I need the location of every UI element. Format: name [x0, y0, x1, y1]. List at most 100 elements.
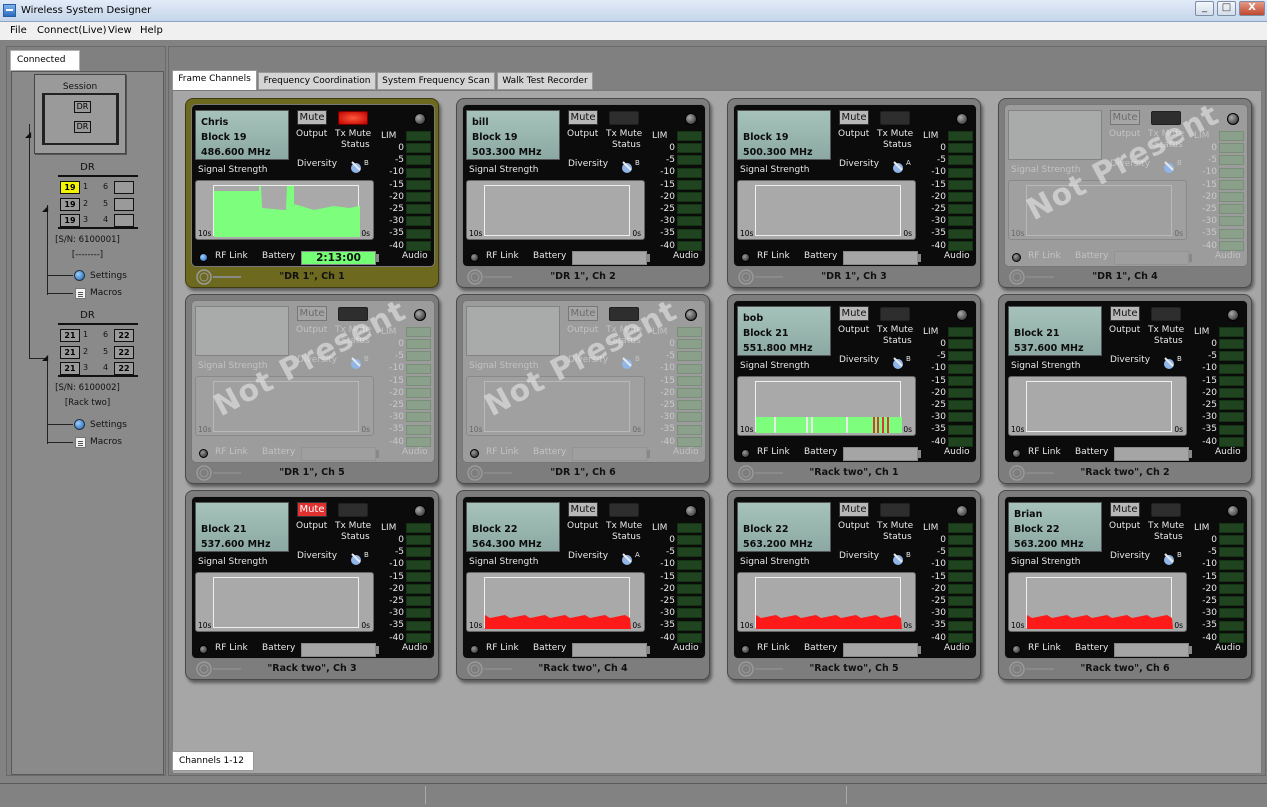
channel-lcd[interactable]: Block 22 564.300 MHz [466, 502, 560, 552]
slot-cell[interactable]: 21 [60, 346, 80, 359]
audio-scale-label: -30 [931, 216, 946, 227]
channel-lcd[interactable]: Brian Block 22 563.200 MHz [1008, 502, 1102, 552]
mute-button[interactable]: Mute [568, 306, 598, 321]
device-2-settings[interactable]: Settings [90, 420, 127, 430]
slot-cell[interactable] [114, 181, 134, 194]
mute-button[interactable]: Mute [297, 110, 327, 125]
expander-icon[interactable]: ◢ [42, 204, 48, 213]
menu-connect[interactable]: Connect(Live) [37, 25, 107, 36]
channel-lcd[interactable] [466, 306, 560, 356]
slot-cell[interactable]: 21 [60, 362, 80, 375]
expander-icon[interactable]: ◢ [25, 130, 31, 139]
slot-cell[interactable]: 22 [114, 346, 134, 359]
channel-lcd[interactable]: Block 21 537.600 MHz [195, 502, 289, 552]
mute-button[interactable]: Mute [1110, 306, 1140, 321]
mute-button[interactable]: Mute [297, 306, 327, 321]
channel-card[interactable]: Block 21 537.600 MHz Mute Output Tx Mute Stat… [998, 294, 1252, 484]
channel-lcd[interactable] [195, 306, 289, 356]
tab-frame-channels[interactable]: Frame Channels [172, 70, 257, 90]
audio-scale-label: -30 [1202, 216, 1217, 227]
device-2-rack[interactable]: 21 21 21 1 2 3 6 5 4 22 22 22 [58, 323, 138, 377]
channel-card[interactable]: bob Block 21 551.800 MHz Mute Output Tx Mute S… [727, 294, 981, 484]
tx-mute-label: Tx Mute [1148, 325, 1185, 335]
slot-cell[interactable]: 19 [60, 214, 80, 227]
tab-channels-1-12[interactable]: Channels 1-12 [172, 751, 254, 771]
channel-lcd[interactable]: Block 22 563.200 MHz [737, 502, 831, 552]
mute-button[interactable]: Mute [297, 502, 327, 517]
diversity-value: B [906, 551, 911, 559]
session-node[interactable]: Session DR DR [34, 74, 126, 154]
channel-card[interactable]: Mute Output Tx Mute Status LIM Diversity B Sign… [998, 97, 1252, 288]
channel-panel: Mute Output Tx Mute Status LIM Diversity B Sign… [191, 300, 435, 463]
channel-lcd[interactable]: Block 21 537.600 MHz [1008, 306, 1102, 356]
channel-card[interactable]: Block 19 500.300 MHz Mute Output Tx Mute Stat… [727, 98, 981, 288]
menu-help[interactable]: Help [140, 25, 163, 36]
tab-frequency-coordination[interactable]: Frequency Coordination [258, 72, 376, 90]
audio-scale-label: -25 [1202, 400, 1217, 410]
slot-cell[interactable] [114, 198, 134, 211]
signal-strength-label: Signal Strength [469, 165, 539, 175]
time-label-end: 0s [903, 621, 912, 630]
channel-lcd[interactable]: bill Block 19 503.300 MHz [466, 110, 560, 160]
channel-card[interactable]: bill Block 19 503.300 MHz Mute Output Tx Mute… [456, 98, 710, 288]
menu-file[interactable]: File [10, 25, 27, 36]
device-1-rack[interactable]: 19 19 19 1 2 3 6 5 4 [58, 175, 138, 229]
signal-trace-path [756, 417, 902, 433]
session-slot-1[interactable]: DR [74, 101, 91, 113]
channel-lcd[interactable] [1008, 110, 1102, 160]
battery-label: Battery [1075, 251, 1109, 261]
session-slot-2[interactable]: DR [74, 121, 91, 133]
channel-lcd[interactable]: Chris Block 19 486.600 MHz [195, 110, 289, 160]
audio-scale-label: -5 [1208, 547, 1217, 558]
mute-button[interactable]: Mute [839, 110, 869, 125]
slot-cell[interactable] [114, 214, 134, 227]
lcd-line [201, 341, 288, 356]
channel-card[interactable]: Block 22 563.200 MHz Mute Output Tx Mute Stat… [727, 490, 981, 680]
audio-meter-segment [948, 155, 973, 166]
audio-scale-label: -15 [931, 571, 946, 582]
maximize-button[interactable]: □ [1217, 1, 1236, 16]
signal-dropout-mark [882, 417, 884, 433]
channel-lcd[interactable]: Block 19 500.300 MHz [737, 110, 831, 160]
mute-button[interactable]: Mute [568, 110, 598, 125]
slot-cell[interactable]: 21 [60, 329, 80, 342]
tab-system-frequency-scan[interactable]: System Frequency Scan [377, 72, 495, 90]
tab-walk-test-recorder[interactable]: Walk Test Recorder [497, 72, 593, 90]
channel-card[interactable]: Mute Output Tx Mute Status LIM Diversity B Sign… [185, 293, 439, 484]
slot-cell[interactable]: 22 [114, 362, 134, 375]
session-label: Session [62, 82, 98, 92]
channel-card[interactable]: Chris Block 19 486.600 MHz Mute Output Tx Mut… [185, 98, 439, 288]
channel-panel: Chris Block 19 486.600 MHz Mute Output Tx Mut… [191, 104, 435, 267]
mute-button[interactable]: Mute [568, 502, 598, 517]
mute-button[interactable]: Mute [839, 502, 869, 517]
channel-card[interactable]: Brian Block 22 563.200 MHz Mute Output Tx Mut… [998, 490, 1252, 680]
audio-scale-label: -5 [666, 155, 675, 166]
settings-globe-icon [74, 270, 85, 281]
slot-cell[interactable]: 22 [114, 329, 134, 342]
lcd-line [1014, 145, 1101, 160]
channel-card[interactable]: Block 21 537.600 MHz Mute Output Tx Mute Stat… [185, 490, 439, 680]
channel-panel: Block 21 537.600 MHz Mute Output Tx Mute Stat… [1004, 300, 1248, 463]
tab-connected[interactable]: Connected [10, 50, 80, 71]
diversity-value: B [1177, 159, 1182, 167]
slot-cell[interactable]: 19 [60, 181, 80, 194]
expander-icon[interactable]: ◢ [42, 353, 48, 362]
output-label: Output [838, 325, 870, 335]
mute-button[interactable]: Mute [1110, 502, 1140, 517]
channel-card[interactable]: Block 22 564.300 MHz Mute Output Tx Mute Stat… [456, 490, 710, 680]
audio-meter-segment [948, 424, 973, 435]
slot-cell[interactable]: 19 [60, 198, 80, 211]
channel-lcd[interactable]: bob Block 21 551.800 MHz [737, 306, 831, 356]
close-button[interactable]: X [1239, 1, 1265, 16]
audio-meter-segment [677, 216, 702, 227]
mute-button[interactable]: Mute [839, 306, 869, 321]
menu-view[interactable]: View [108, 25, 132, 36]
mute-button[interactable]: Mute [1110, 110, 1140, 125]
channel-card[interactable]: Mute Output Tx Mute Status LIM Diversity B Sign… [456, 293, 710, 484]
device-1-macros[interactable]: Macros [90, 288, 122, 298]
channel-name: "Rack two", Ch 5 [809, 663, 899, 674]
minimize-button[interactable]: _ [1195, 1, 1214, 16]
audio-scale-label: -40 [660, 436, 675, 447]
device-1-settings[interactable]: Settings [90, 271, 127, 281]
device-2-macros[interactable]: Macros [90, 437, 122, 447]
